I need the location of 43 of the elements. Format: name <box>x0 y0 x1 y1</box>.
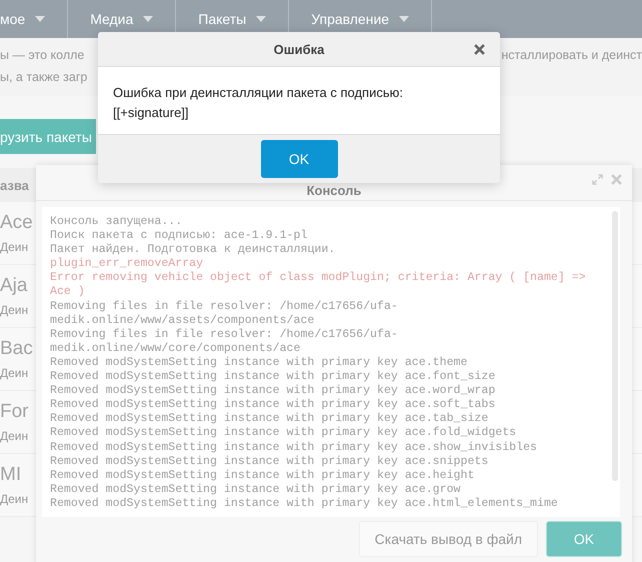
console-line: Removed modSystemSetting instance with primary key ace.grow <box>50 482 462 497</box>
console-line: Пакет найден. Подготовка к деинсталляции. <box>50 243 336 258</box>
console-line: Removed modSystemSetting instance with primary key ace.show_invisibles <box>50 440 538 455</box>
console-line: Removed modSystemSetting instance with primary key ace.theme <box>50 356 468 370</box>
description-text: ы — это колле <box>0 47 84 64</box>
console-line: Поиск пакета с подписью: ace-1.9.1-pl <box>50 229 308 244</box>
download-output-button[interactable]: Скачать вывод в файл <box>358 521 538 557</box>
console-line: Removed modSystemSetting instance with primary key ace.soft_tabs <box>50 398 496 412</box>
console-line: Консоль запущена... <box>50 215 184 230</box>
console-line: Removed modSystemSetting instance with primary key ace.font_size <box>50 370 496 384</box>
description-text: нсталлировать и деинст <box>501 47 642 64</box>
console-line: Removed modSystemSetting instance with primary key ace.word_wrap <box>50 384 496 398</box>
uninstall-link[interactable]: Деин <box>0 492 28 506</box>
uninstall-link[interactable]: Деин <box>0 366 28 380</box>
caret-icon <box>143 16 154 22</box>
console-line: Removed modSystemSetting instance with primary key ace.fold_widgets <box>50 426 518 440</box>
caret-icon <box>256 16 266 22</box>
caret-icon <box>399 16 410 22</box>
console-line: Removed modSystemSetting instance with primary key ace.html_elements_mime <box>50 496 559 511</box>
console-title: Консоль <box>306 183 362 198</box>
expand-icon[interactable] <box>592 174 603 185</box>
close-icon[interactable] <box>474 44 485 55</box>
package-name: Aja <box>0 275 28 297</box>
error-message: Ошибка при деинсталляции пакета с подписью: [[+signature]] <box>113 84 404 122</box>
console-line: plugin_err_removeArray <box>50 257 204 272</box>
console-line: Removed modSystemSetting instance with primary key ace.snippets <box>50 454 490 469</box>
console-line: Error removing vehicle object of class modPlugin; criteria: Array ( [name] => Ace ) <box>50 271 587 300</box>
upload-packages-button[interactable]: рузить пакеты <box>0 119 96 154</box>
uninstall-link[interactable]: Деин <box>0 240 28 254</box>
uninstall-link[interactable]: Деин <box>0 303 28 317</box>
console-line: Removing files in file resolver: /home/c17656/ufa-medik.online/www/core/components/ace <box>50 328 399 356</box>
package-name: Bac <box>0 338 33 360</box>
console-line: Removing files in file resolver: /home/c17656/ufa-medik.online/www/assets/components/ace <box>50 300 399 328</box>
caret-icon <box>35 16 46 22</box>
uninstall-link[interactable]: Деин <box>0 429 28 443</box>
package-name: MI <box>0 464 22 486</box>
ok-button[interactable]: OK <box>260 140 338 178</box>
dialog-title: Ошибка <box>274 42 324 56</box>
console-line: Removed modSystemSetting instance with primary key ace.height <box>50 468 476 483</box>
package-name: Ace <box>0 212 33 234</box>
package-name: For <box>0 401 28 423</box>
description-text: ы, а также загр <box>0 70 88 84</box>
console-line: Removed modSystemSetting instance with primary key ace.tab_size <box>50 412 490 426</box>
